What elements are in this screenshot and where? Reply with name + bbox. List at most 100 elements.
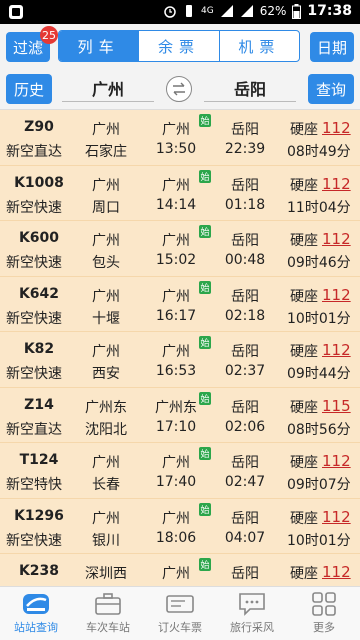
departure-time: 15:02 (155, 252, 197, 268)
train-row[interactable]: K642 新空快速 广州 十堰 广州 16:17 岳阳 02:18 硬座 112 10时01分 始 (0, 276, 360, 332)
travel-duration: 11时04分 (287, 199, 351, 216)
chat-icon (237, 591, 267, 617)
arrival-time: 00:48 (224, 252, 266, 268)
ticket-price-link[interactable]: 112 (322, 452, 351, 470)
boarding-station: 广州 (162, 455, 190, 471)
history-label: 历史 (13, 80, 44, 99)
boarding-station: 广州 (162, 233, 190, 249)
ticket-icon (165, 591, 195, 617)
grid-icon (309, 591, 339, 617)
swap-stations-button[interactable] (166, 76, 192, 102)
train-type: 新空快速 (6, 199, 62, 216)
swap-icon (173, 82, 185, 96)
alighting-station: 岳阳 (231, 399, 259, 416)
status-right: 4G 62% 17:38 (163, 3, 352, 19)
terminal-station: 长春 (92, 477, 120, 493)
ticket-price-link[interactable]: 112 (322, 341, 351, 359)
arrival-time: 04:07 (224, 529, 266, 546)
train-row[interactable]: K600 新空快速 广州 包头 广州 15:02 岳阳 00:48 硬座 112 09时46分 始 (0, 221, 360, 277)
ticket-price-link[interactable]: 112 (322, 563, 351, 581)
date-button[interactable]: 日期 (310, 32, 354, 62)
terminal-station: 沈阳北 (85, 421, 127, 438)
train-number: K1296 (14, 507, 64, 524)
terminal-station: 石家庄 (85, 144, 127, 160)
alighting-station: 岳阳 (231, 566, 259, 582)
ticket-price-link[interactable]: 112 (322, 230, 351, 248)
train-icon (21, 591, 51, 617)
origin-station: 深圳西 (85, 566, 127, 582)
origin-badge: 始 (199, 225, 211, 238)
origin-badge: 始 (199, 558, 211, 571)
battery-percent: 62% (259, 4, 287, 18)
train-row[interactable]: K1296 新空快速 广州 银川 广州 18:06 岳阳 04:07 硬座 112 10时01分 始 (0, 498, 360, 554)
network-label: 4G (201, 6, 214, 16)
departure-time: 17:10 (155, 418, 197, 435)
train-row[interactable]: Z90 新空直达 广州 石家庄 广州 13:50 岳阳 22:39 硬座 112 08时49分 始 (0, 110, 360, 166)
origin-station: 广州 (92, 455, 120, 471)
departure-time: 17:40 (155, 474, 197, 490)
train-type: 新空快速 (6, 310, 62, 327)
alighting-station: 岳阳 (231, 233, 259, 249)
train-row[interactable]: K1008 新空快速 广州 周口 广州 14:14 岳阳 01:18 硬座 112 11时04分 始 (0, 165, 360, 221)
nav-more[interactable]: 更多 (288, 587, 360, 640)
travel-duration: 09时46分 (287, 255, 351, 271)
train-number: K1008 (14, 174, 64, 191)
tab-train[interactable]: 列车 (59, 31, 139, 61)
nav-train-station[interactable]: 车次车站 (72, 587, 144, 640)
filter-label: 过滤 (12, 38, 43, 57)
alighting-station: 岳阳 (231, 177, 259, 194)
train-type: 新空直达 (6, 421, 62, 438)
seat-class: 硬座 (290, 399, 318, 416)
train-number: T124 (19, 452, 59, 468)
ticket-price-link[interactable]: 112 (322, 508, 351, 526)
alighting-station: 岳阳 (231, 344, 259, 360)
train-row[interactable]: K238 深圳西 广州 岳阳 硬座 112 始 (0, 554, 360, 586)
train-list[interactable]: Z90 新空直达 广州 石家庄 广州 13:50 岳阳 22:39 硬座 112 08时49分始 K1… (0, 110, 360, 586)
tab-remaining-tickets[interactable]: 余票 (138, 31, 218, 61)
alighting-station: 岳阳 (231, 455, 259, 471)
nav-label: 旅行采风 (230, 621, 274, 634)
origin-station: 广州 (92, 177, 120, 194)
ticket-price-link[interactable]: 112 (322, 119, 351, 137)
origin-station: 广州东 (85, 399, 127, 416)
tab-flight-tickets[interactable]: 机票 (218, 31, 299, 61)
nav-station-query[interactable]: 站站查询 (0, 587, 72, 640)
status-bar: 4G 62% 17:38 (0, 0, 360, 24)
travel-duration: 09时07分 (287, 477, 351, 493)
ticket-price-link[interactable]: 112 (322, 175, 351, 193)
filter-button[interactable]: 过滤 25 (6, 26, 58, 62)
history-button[interactable]: 历史 (6, 74, 52, 104)
top-bar: 过滤 25 列车 余票 机票 日期 (0, 24, 360, 68)
briefcase-icon (93, 591, 123, 617)
train-row[interactable]: T124 新空特快 广州 长春 广州 17:40 岳阳 02:47 硬座 112 09时07分 始 (0, 443, 360, 499)
origin-badge: 始 (199, 169, 211, 183)
departure-time: 16:17 (155, 307, 197, 324)
ticket-price-link[interactable]: 115 (322, 397, 351, 415)
origin-station: 广州 (92, 122, 120, 138)
departure-time: 16:53 (155, 363, 197, 379)
query-button[interactable]: 查询 (308, 74, 354, 104)
from-station-input[interactable]: 广州 (62, 74, 154, 102)
origin-badge: 始 (199, 502, 211, 516)
bottom-nav: 站站查询 车次车站 订火车票 旅行采风 更多 (0, 586, 360, 640)
terminal-station: 十堰 (92, 310, 120, 327)
vibrate-icon (186, 5, 193, 17)
nav-book-ticket[interactable]: 订火车票 (144, 587, 216, 640)
to-station-input[interactable]: 岳阳 (204, 74, 296, 102)
train-row[interactable]: Z14 新空直达 广州东 沈阳北 广州东 17:10 岳阳 02:06 硬座 115 08时56分 始 (0, 387, 360, 443)
train-row[interactable]: K82 新空快速 广州 西安 广州 16:53 岳阳 02:37 硬座 112 09时44分 始 (0, 332, 360, 388)
origin-station: 广州 (92, 288, 120, 305)
boarding-station: 广州 (162, 288, 190, 305)
seat-class: 硬座 (290, 288, 318, 305)
nav-travel-stories[interactable]: 旅行采风 (216, 587, 288, 640)
boarding-station: 广州 (162, 122, 190, 138)
nav-label: 站站查询 (14, 621, 58, 634)
seat-class: 硬座 (290, 455, 318, 471)
alighting-station: 岳阳 (231, 122, 259, 138)
terminal-station: 银川 (92, 532, 120, 549)
travel-duration: 09时44分 (287, 366, 351, 382)
terminal-station: 西安 (92, 366, 120, 382)
departure-time: 18:06 (155, 529, 197, 546)
ticket-price-link[interactable]: 112 (322, 286, 351, 304)
arrival-time: 01:18 (224, 196, 266, 213)
